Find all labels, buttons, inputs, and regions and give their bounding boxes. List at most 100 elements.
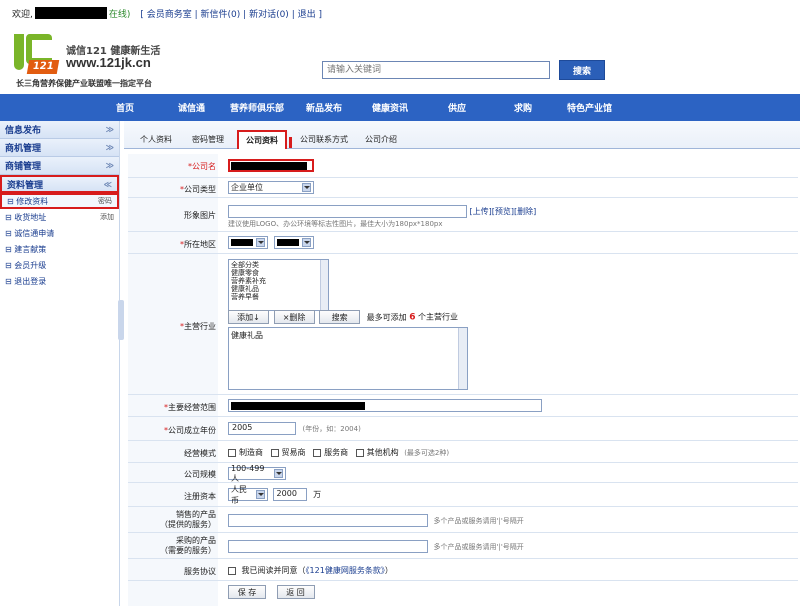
logo-url: www.121jk.cn	[66, 55, 151, 70]
nav-specialty-pavilion[interactable]: 特色产业馆	[567, 101, 612, 114]
add-address-link[interactable]: 添加	[100, 212, 114, 222]
mode-option: 其他机构	[366, 448, 399, 457]
sidebar-section-business[interactable]: 商机管理 ≫	[0, 139, 119, 157]
size-label: 公司规模	[184, 470, 216, 479]
tab-password[interactable]: 密码管理	[192, 134, 224, 145]
buy-label-sub: （需要的服务）	[160, 546, 216, 555]
nav-supply[interactable]: 供应	[448, 101, 466, 114]
search-button[interactable]: 搜索	[559, 60, 605, 80]
sell-products-input[interactable]	[228, 514, 428, 527]
company-name-input[interactable]	[228, 159, 314, 172]
password-link[interactable]: 密码	[98, 196, 112, 206]
row-company-type: *公司类型 企业单位	[128, 178, 798, 198]
company-type-label: 公司类型	[184, 185, 216, 194]
company-name-label: *公司名	[188, 162, 216, 171]
logout-link[interactable]: | 退出 ]	[292, 10, 322, 20]
nav-new-products[interactable]: 新品发布	[306, 101, 342, 114]
industry-limit-num: 6	[409, 312, 416, 323]
region-label: 所在地区	[184, 240, 216, 249]
scrollbar[interactable]	[320, 260, 328, 310]
collapse-icon: ≪	[103, 179, 112, 189]
upload-link[interactable]: [上传]	[470, 207, 492, 216]
company-type-select[interactable]: 企业单位	[228, 181, 314, 194]
founded-label: 公司成立年份	[168, 426, 216, 435]
new-mail-link[interactable]: | 新信件(0)	[195, 10, 241, 20]
sell-hint: 多个产品或服务请用'|'号隔开	[433, 517, 524, 525]
member-office-link[interactable]: [ 会员商务室	[140, 10, 191, 20]
sidebar-item-suggest[interactable]: ⊟ 建言献策	[0, 241, 119, 257]
search-industry-button[interactable]: 搜索	[319, 310, 361, 324]
checkbox[interactable]	[313, 448, 322, 457]
chevron-down-icon	[256, 490, 265, 499]
sidebar-item-edit-profile[interactable]: ⊟ 修改资料 密码	[0, 193, 119, 209]
sidebar-item-logout[interactable]: ⊟ 退出登录	[0, 273, 119, 289]
capital-unit: 万	[313, 490, 322, 499]
site-logo-icon[interactable]: 121	[14, 34, 60, 76]
terms-link[interactable]: 《121健康网服务条款》	[306, 566, 385, 575]
selected-industry-box[interactable]: 健康礼品	[228, 327, 468, 390]
row-image: 形象图片 [上传][预览][删除] 建议使用LOGO、办公环境等标志性图片，最佳…	[128, 198, 798, 232]
checkbox[interactable]	[270, 448, 279, 457]
row-region: *所在地区	[128, 232, 798, 254]
image-hint: 建议使用LOGO、办公环境等标志性图片，最佳大小为180px*180px	[228, 220, 443, 228]
username-redacted	[34, 7, 107, 19]
search-input[interactable]	[322, 61, 550, 79]
nav-dietitian-club[interactable]: 营养师俱乐部	[230, 101, 284, 114]
currency-select[interactable]: 人民币	[228, 485, 268, 505]
industry-limit-prefix: 最多可添加	[366, 312, 407, 322]
remove-industry-button[interactable]: ×删除	[273, 310, 315, 324]
company-size-select[interactable]: 100-499人	[228, 464, 286, 483]
list-item[interactable]: 健康零食	[231, 269, 326, 277]
sidebar-section-profile[interactable]: 资料管理 ≪	[0, 175, 119, 193]
nav-chengxintong[interactable]: 诚信通	[178, 101, 205, 114]
mode-option: 制造商	[239, 448, 263, 457]
delete-image-link[interactable]: [删除]	[514, 207, 536, 216]
row-industry: *主营行业 全部分类 健康零食 营养素补充 健康礼品 营养早餐 添加↓ ×删除 …	[128, 254, 798, 395]
sidebar-item-apply[interactable]: ⊟ 诚信通申请	[0, 225, 119, 241]
province-select[interactable]	[228, 236, 268, 249]
selected-industry: 健康礼品	[231, 331, 263, 340]
checkbox[interactable]	[355, 448, 364, 457]
tab-company-intro[interactable]: 公司介绍	[365, 134, 397, 145]
sidebar-section-publish[interactable]: 信息发布 ≫	[0, 121, 119, 139]
city-select[interactable]	[273, 236, 314, 249]
agreement-checkbox[interactable]	[228, 566, 236, 575]
capital-input[interactable]: 2000	[272, 488, 307, 501]
mode-option: 服务商	[324, 448, 349, 457]
scope-input[interactable]	[228, 399, 542, 412]
expand-icon: ≫	[105, 161, 114, 170]
agreement-text: 我已阅读并同意（	[241, 566, 306, 575]
list-item[interactable]: 健康礼品	[231, 285, 326, 293]
row-mode: 经营模式 制造商 贸易商 服务商 其他机构 (最多可选2种)	[128, 441, 798, 463]
tab-company[interactable]: 公司资料	[237, 130, 287, 149]
sidebar-section-shop[interactable]: 商铺管理 ≫	[0, 157, 119, 175]
chevron-down-icon	[274, 469, 283, 478]
nav-home[interactable]: 首页	[116, 101, 134, 114]
preview-link[interactable]: [预览]	[492, 207, 514, 216]
back-button[interactable]: 返 回	[276, 585, 315, 599]
image-path-input[interactable]	[228, 205, 467, 218]
buy-hint: 多个产品或服务请用'|'号隔开	[433, 543, 524, 551]
founded-input[interactable]: 2005	[228, 422, 296, 435]
tab-company-contact[interactable]: 公司联系方式	[300, 134, 348, 145]
list-item[interactable]: 全部分类	[231, 261, 326, 269]
checkbox[interactable]	[228, 448, 236, 457]
list-item[interactable]: 营养早餐	[231, 293, 326, 301]
list-item[interactable]: 营养素补充	[231, 277, 326, 285]
nav-health-news[interactable]: 健康资讯	[372, 101, 408, 114]
nav-purchase[interactable]: 求购	[514, 101, 532, 114]
main-nav: 首页 诚信通 营养师俱乐部 新品发布 健康资讯 供应 求购 特色产业馆	[0, 94, 800, 121]
save-button[interactable]: 保 存	[228, 585, 266, 599]
sell-label-sub: （提供的服务）	[160, 520, 216, 529]
chevron-down-icon	[256, 238, 265, 247]
tab-personal[interactable]: 个人资料	[140, 134, 172, 145]
scrollbar[interactable]	[458, 328, 467, 389]
sidebar-item-address[interactable]: ⊟ 收货地址 添加	[0, 209, 119, 225]
buy-products-input[interactable]	[228, 540, 428, 553]
new-chat-link[interactable]: | 新对话(0)	[243, 10, 289, 20]
annotation-marker	[289, 137, 292, 148]
sidebar-item-upgrade[interactable]: ⊟ 会员升级	[0, 257, 119, 273]
add-industry-button[interactable]: 添加↓	[228, 310, 269, 324]
industry-list[interactable]: 全部分类 健康零食 营养素补充 健康礼品 营养早餐	[228, 259, 329, 311]
logo-tagline: 长三角营养保健产业联盟唯一指定平台	[16, 79, 152, 88]
